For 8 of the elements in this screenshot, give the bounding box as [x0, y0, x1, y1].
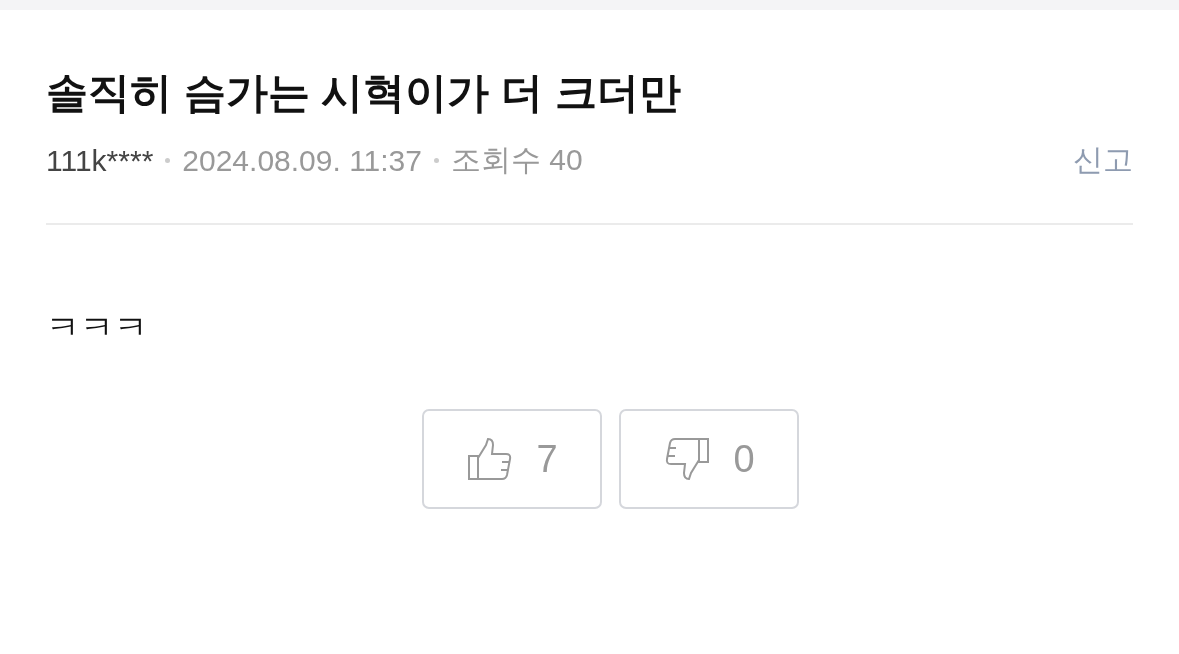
like-button[interactable]: 7	[422, 409, 602, 510]
view-count: 조회수 40	[451, 142, 583, 179]
post-date: 2024.08.09. 11:37	[182, 143, 422, 178]
report-link[interactable]: 신고	[1073, 140, 1133, 182]
post-title: 솔직히 슴가는 시혁이가 더 크더만	[46, 68, 682, 118]
dislike-button[interactable]: 0	[619, 409, 799, 510]
post-body: ㅋㅋㅋ	[46, 307, 149, 349]
author-name: 111k****	[46, 143, 154, 178]
